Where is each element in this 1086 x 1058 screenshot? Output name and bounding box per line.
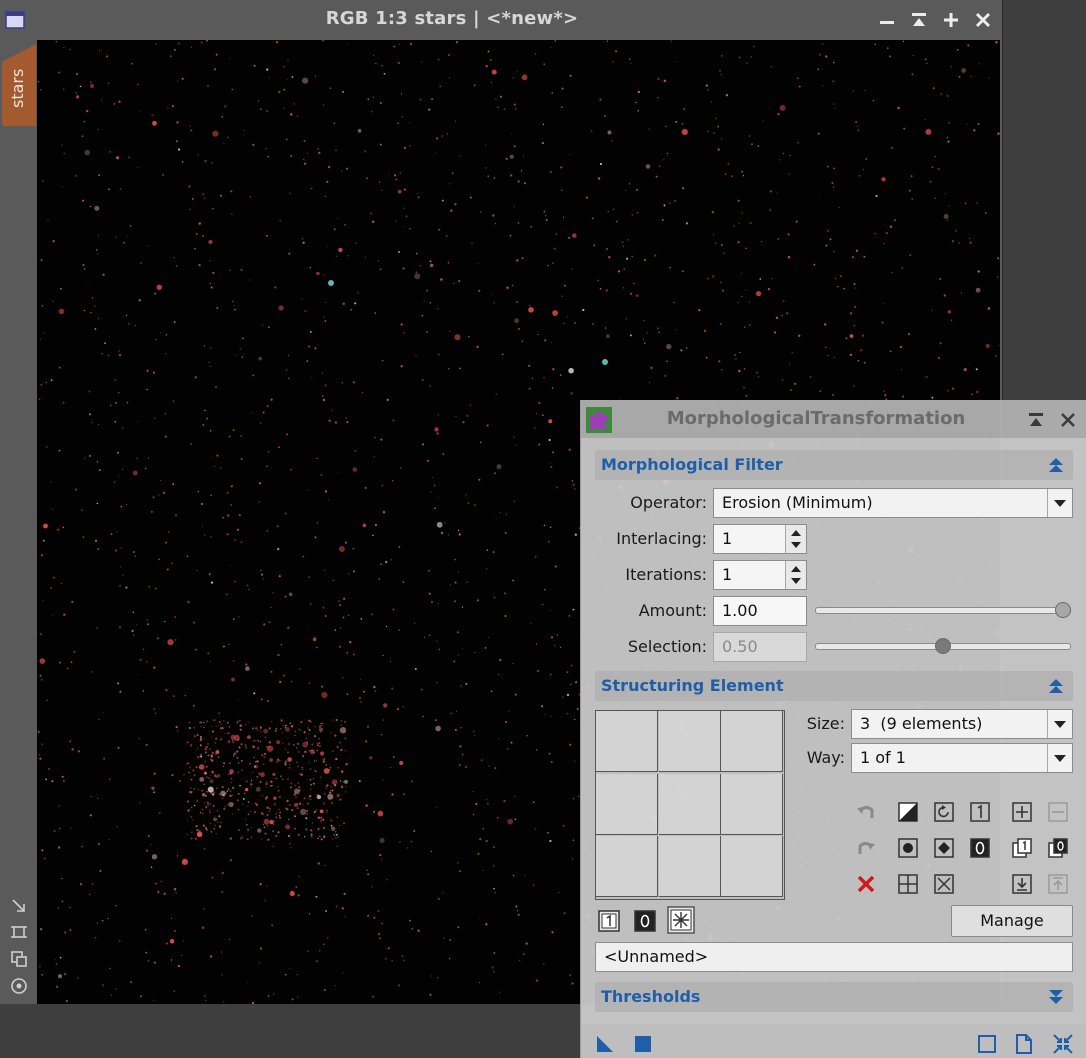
import-icon[interactable] [1011,873,1033,895]
spin-arrows-icon[interactable] [785,561,806,589]
zoom-to-fit-icon[interactable] [9,896,29,916]
grid-cell[interactable] [658,836,721,897]
size-select[interactable]: 3 (9 elements) [851,709,1073,739]
iterations-value: 1 [722,565,733,584]
selection-label: Selection: [627,637,707,656]
close-icon[interactable] [973,10,993,30]
iterations-spinbox[interactable]: 1 [713,560,807,590]
way-select[interactable]: 1 of 1 [851,743,1073,773]
operator-select[interactable]: Erosion (Minimum) [713,488,1073,518]
browse-documentation-icon[interactable] [1014,1033,1034,1055]
grid-cell[interactable] [721,773,783,835]
grid-cell[interactable] [596,711,658,772]
reset-icon[interactable] [1052,1033,1074,1055]
slider-knob[interactable] [935,638,951,654]
section-thresholds[interactable]: Thresholds [595,982,1073,1012]
shade-icon[interactable] [909,10,929,30]
chevron-down-icon [1047,489,1066,517]
collapse-icon[interactable] [1047,677,1065,695]
slider-track [815,607,1071,614]
selection-field[interactable]: 0.50 [713,632,807,662]
set-all-zeros-icon[interactable] [634,910,656,932]
image-window-titlebar[interactable]: RGB 1:3 stars | <*new*> [0,0,1002,40]
asterisk-pattern-icon[interactable] [667,906,695,934]
diagonal-icon[interactable] [933,873,955,895]
section-title: Thresholds [601,987,701,1006]
process-footer [581,1024,1086,1058]
grid-cell[interactable] [596,773,658,835]
new-instance-icon[interactable] [595,1034,615,1054]
size-label: Size: [806,714,845,733]
set-all-ones-icon[interactable] [598,910,620,932]
diamond-shape-icon[interactable] [933,837,955,859]
way-value: 1 of 1 [860,748,906,767]
copy-ones-icon[interactable] [1011,837,1033,859]
image-window-title: RGB 1:3 stars | <*new*> [325,8,579,29]
rotate-icon[interactable] [933,801,955,823]
preview-icon[interactable] [977,1034,997,1054]
section-morphological-filter[interactable]: Morphological Filter [595,450,1073,480]
structuring-element-grid[interactable] [595,710,785,900]
close-icon[interactable] [1058,410,1078,430]
structure-name-value: <Unnamed> [604,947,709,966]
target-icon[interactable] [9,976,29,996]
interlacing-value: 1 [722,529,733,548]
size-value: 3 (9 elements) [860,714,983,733]
section-title: Morphological Filter [601,455,783,474]
process-title: MorphologicalTransformation [666,408,966,429]
expand-icon[interactable] [1047,988,1065,1006]
delete-icon[interactable] [855,873,877,895]
add-way-icon[interactable] [1011,801,1033,823]
view-tab-label: stars [8,68,27,108]
amount-slider[interactable] [815,600,1071,620]
undo-icon[interactable] [855,801,877,823]
chevron-down-icon [1047,710,1066,738]
slider-knob[interactable] [1055,602,1071,618]
amount-label: Amount: [638,601,707,620]
maximize-icon[interactable] [941,10,961,30]
operator-value: Erosion (Minimum) [722,493,873,512]
image-window-side-strip [0,40,37,1004]
redo-icon[interactable] [855,837,877,859]
apply-icon[interactable] [633,1034,653,1054]
collapse-icon[interactable] [1047,456,1065,474]
amount-value: 1.00 [722,601,758,620]
section-structuring-element[interactable]: Structuring Element [595,671,1073,701]
way-label: Way: [806,748,845,767]
export-icon[interactable] [1047,873,1069,895]
grid-cell[interactable] [658,773,721,835]
interlacing-label: Interlacing: [616,529,707,548]
spin-arrows-icon[interactable] [785,525,806,553]
iterations-label: Iterations: [625,565,707,584]
chevron-down-icon [1047,744,1066,772]
selection-slider[interactable] [815,636,1071,656]
selection-value: 0.50 [722,637,758,656]
set-zero-icon[interactable] [969,837,991,859]
grid-cell[interactable] [721,711,783,772]
copy-zeros-icon[interactable] [1047,837,1069,859]
shade-icon[interactable] [1026,410,1046,430]
minimize-icon[interactable] [877,10,897,30]
crop-icon[interactable] [9,922,29,942]
process-titlebar[interactable]: MorphologicalTransformation [581,400,1086,438]
remove-way-icon[interactable] [1047,801,1069,823]
puzzle-icon [586,407,612,433]
grid-cell[interactable] [596,836,658,897]
amount-field[interactable]: 1.00 [713,596,807,626]
morphological-transformation-panel: MorphologicalTransformation Morphologica… [580,400,1086,1058]
structure-name-field[interactable]: <Unnamed> [595,942,1073,972]
invert-icon[interactable] [897,801,919,823]
view-tab-stars[interactable]: stars [2,44,36,126]
orthogonal-icon[interactable] [897,873,919,895]
grid-cell[interactable] [721,836,783,897]
manage-button[interactable]: Manage [951,905,1073,937]
grid-cell[interactable] [658,711,721,772]
circle-shape-icon[interactable] [897,837,919,859]
clone-icon[interactable] [9,949,29,969]
operator-label: Operator: [630,493,707,512]
set-one-icon[interactable] [969,801,991,823]
interlacing-spinbox[interactable]: 1 [713,524,807,554]
section-title: Structuring Element [601,676,784,695]
